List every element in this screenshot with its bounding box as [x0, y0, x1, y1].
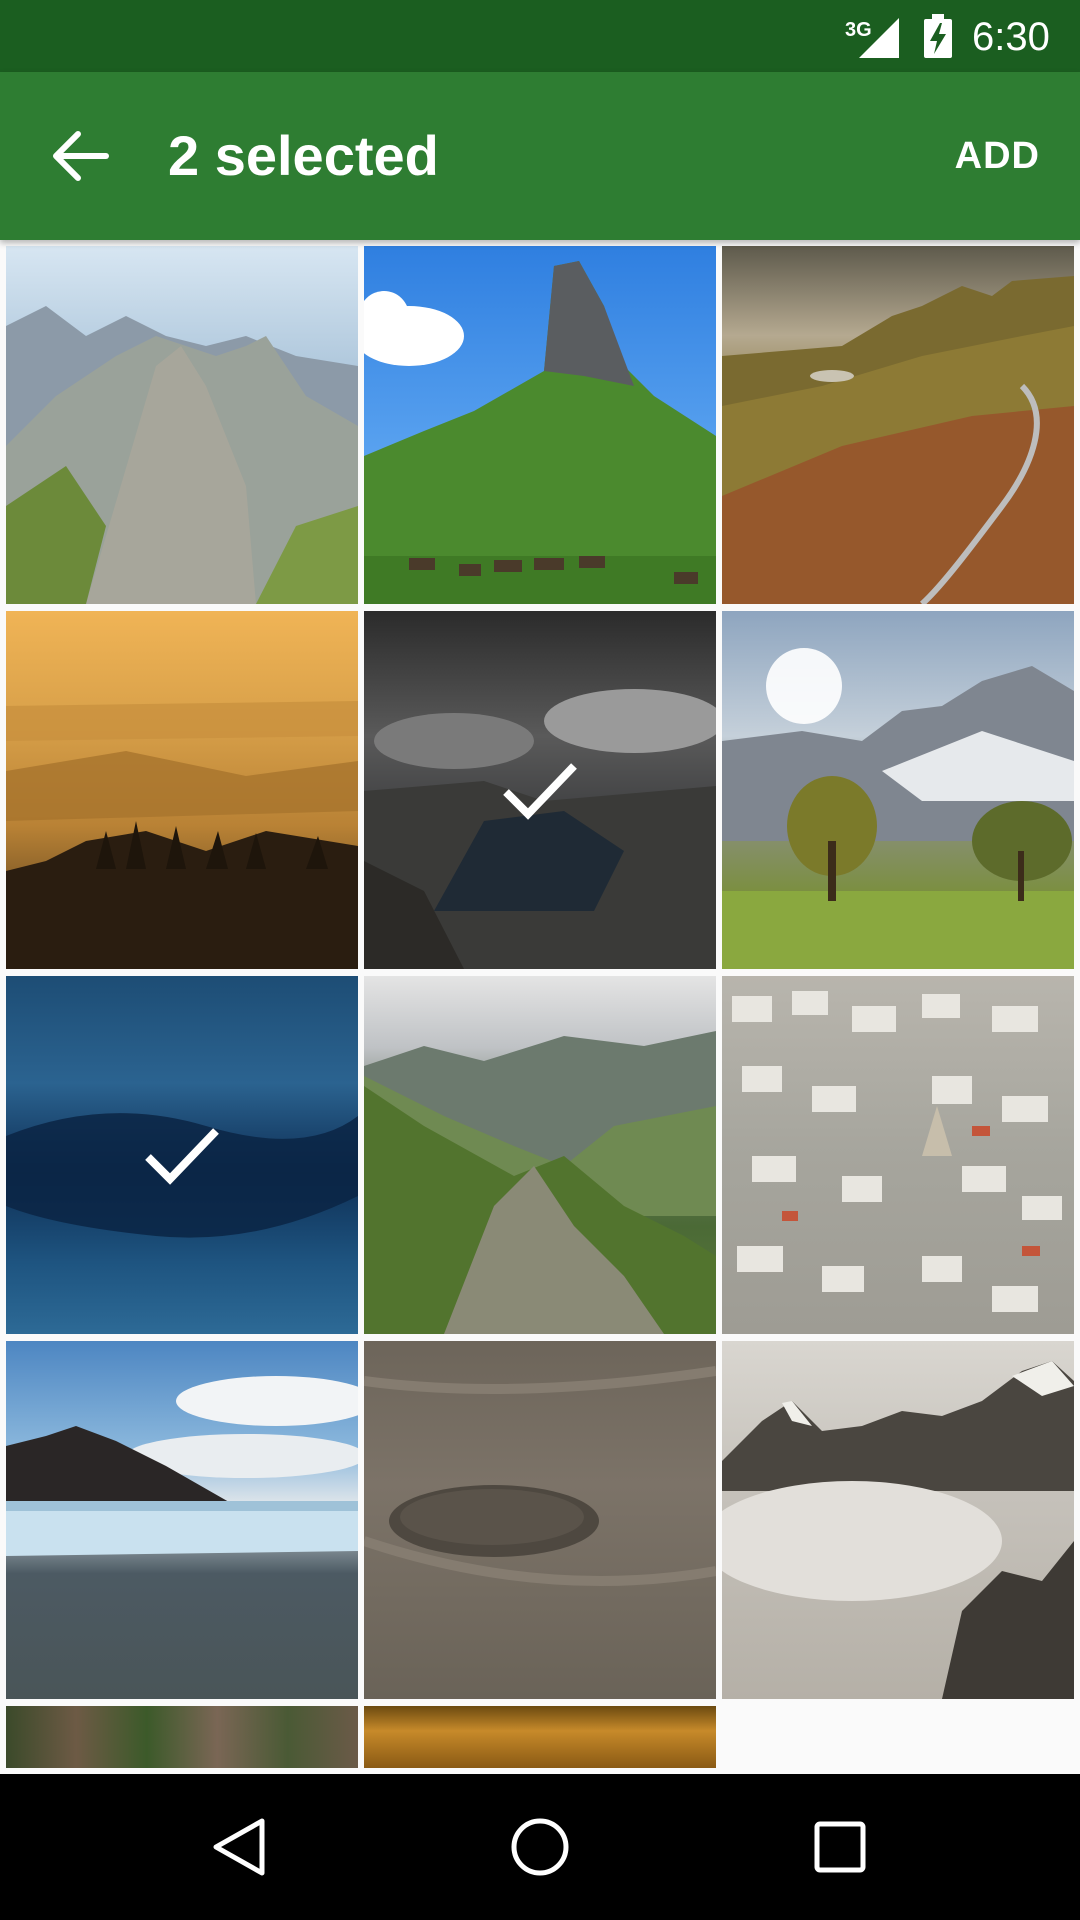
check-icon	[145, 1128, 219, 1185]
image-tile[interactable]	[364, 1706, 716, 1768]
image-tile[interactable]	[6, 246, 358, 604]
status-bar: 3G 6:30	[0, 0, 1080, 72]
check-icon	[503, 763, 577, 820]
image-grid	[0, 240, 1080, 1774]
signal-icon: 3G	[845, 18, 899, 58]
image-tile[interactable]	[6, 1706, 358, 1768]
app-bar: 2 selected ADD	[0, 72, 1080, 240]
image-tile[interactable]	[722, 976, 1074, 1334]
image-tile[interactable]	[722, 246, 1074, 604]
image-tile[interactable]	[364, 1341, 716, 1699]
navigation-bar	[0, 1774, 1080, 1920]
arrow-back-icon[interactable]	[40, 116, 120, 196]
home-circle-icon[interactable]	[500, 1807, 580, 1887]
battery-charging-icon	[924, 14, 952, 58]
image-tile[interactable]	[364, 611, 716, 969]
image-tile[interactable]	[364, 976, 716, 1334]
image-tile[interactable]	[6, 1341, 358, 1699]
selection-count-title: 2 selected	[168, 124, 439, 187]
status-time: 6:30	[972, 15, 1050, 59]
add-button[interactable]: ADD	[945, 124, 1050, 188]
image-tile[interactable]	[364, 246, 716, 604]
image-tile[interactable]	[6, 976, 358, 1334]
image-tile[interactable]	[722, 1341, 1074, 1699]
image-tile[interactable]	[722, 611, 1074, 969]
image-tile[interactable]	[6, 611, 358, 969]
network-type-label: 3G	[845, 19, 872, 41]
recents-square-icon[interactable]	[800, 1807, 880, 1887]
back-triangle-icon[interactable]	[200, 1807, 280, 1887]
